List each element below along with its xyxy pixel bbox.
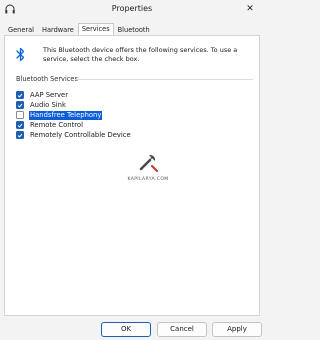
tab-strip: General Hardware Services Bluetooth xyxy=(4,23,154,35)
service-item-remotely-controllable-device[interactable]: Remotely Controllable Device xyxy=(16,130,256,140)
window-title: Properties xyxy=(111,4,153,13)
check-icon xyxy=(17,93,23,98)
checkbox-remotely-controllable-device[interactable] xyxy=(16,131,24,139)
checkbox-handsfree-telephony[interactable] xyxy=(16,111,24,119)
service-item-remote-control[interactable]: Remote Control xyxy=(16,120,256,130)
services-list: AAP Server Audio Sink Handsfree Telephon… xyxy=(16,90,256,140)
close-button[interactable]: ✕ xyxy=(242,1,258,17)
service-label: Remote Control xyxy=(30,120,83,129)
service-label: Handsfree Telephony xyxy=(29,110,103,120)
title-bar: Properties ✕ xyxy=(0,0,264,21)
group-divider xyxy=(75,79,253,80)
check-icon xyxy=(17,123,23,128)
tab-services[interactable]: Services xyxy=(77,23,114,35)
service-label: AAP Server xyxy=(30,90,69,99)
bluetooth-icon xyxy=(16,47,25,62)
tab-hardware[interactable]: Hardware xyxy=(38,24,78,35)
apply-button[interactable]: Apply xyxy=(212,322,262,337)
cancel-button[interactable]: Cancel xyxy=(157,322,207,337)
service-item-handsfree-telephony[interactable]: Handsfree Telephony xyxy=(16,110,256,120)
service-label: Audio Sink xyxy=(30,100,66,109)
services-description: This Bluetooth device offers the followi… xyxy=(43,46,238,63)
ok-button[interactable]: OK xyxy=(101,322,151,337)
check-icon xyxy=(17,133,23,138)
service-item-aap-server[interactable]: AAP Server xyxy=(16,90,256,100)
wrench-icon xyxy=(139,154,158,172)
check-icon xyxy=(17,103,23,108)
checkbox-audio-sink[interactable] xyxy=(16,101,24,109)
checkbox-aap-server[interactable] xyxy=(16,91,24,99)
tab-bluetooth[interactable]: Bluetooth xyxy=(114,24,154,35)
checkbox-remote-control[interactable] xyxy=(16,121,24,129)
bluetooth-services-label: Bluetooth Services xyxy=(16,75,78,83)
watermark-text: KAPILARYA.COM xyxy=(127,177,169,182)
watermark: KAPILARYA.COM xyxy=(118,149,178,182)
tab-general[interactable]: General xyxy=(4,24,38,35)
services-panel: This Bluetooth device offers the followi… xyxy=(4,35,260,316)
service-label: Remotely Controllable Device xyxy=(30,130,131,139)
service-item-audio-sink[interactable]: Audio Sink xyxy=(16,100,256,110)
